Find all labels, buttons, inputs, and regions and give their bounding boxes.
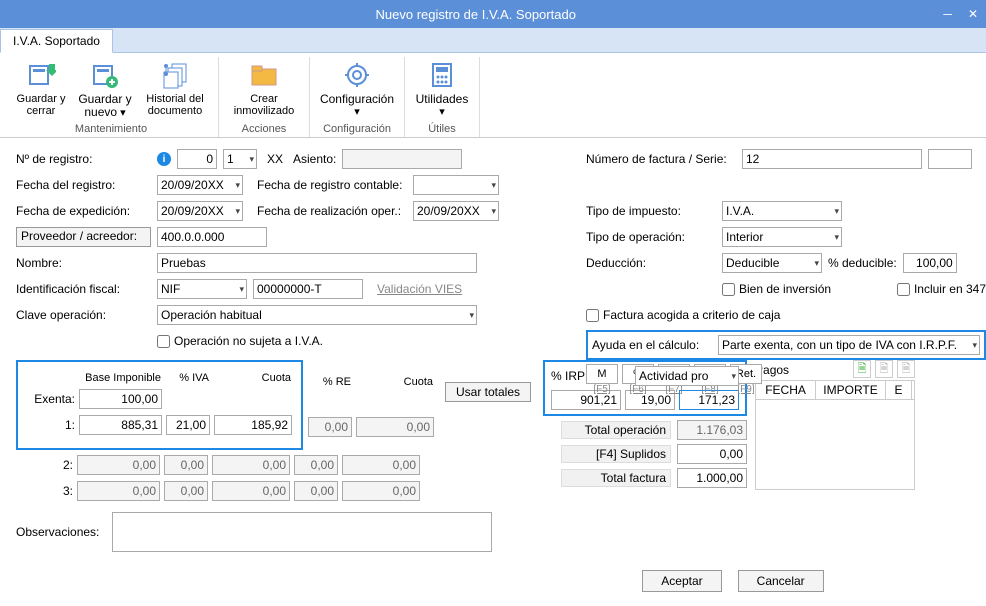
observaciones-textarea[interactable] (112, 512, 492, 552)
xx-label: XX (267, 152, 283, 166)
configuracion-button[interactable]: Configuración▾ (316, 57, 398, 121)
ribbon-group-acciones: Crear inmovilizado Acciones (219, 57, 310, 137)
crear-inmovilizado-button[interactable]: Crear inmovilizado (225, 57, 303, 121)
nombre-input[interactable] (157, 253, 477, 273)
pct-deducible-label: % deducible: (828, 256, 897, 270)
title-bar: Nuevo registro de I.V.A. Soportado ─ ✕ (0, 0, 986, 28)
nombre-label: Nombre: (16, 256, 151, 270)
pagos-grid[interactable]: FECHA IMPORTE E (755, 380, 915, 490)
save-new-icon (89, 59, 121, 91)
fecha-registro-label: Fecha del registro: (16, 178, 151, 192)
id-fiscal-input[interactable] (253, 279, 363, 299)
r1-base-input[interactable] (79, 415, 162, 435)
guardar-cerrar-button[interactable]: Guardar y cerrar (10, 57, 72, 121)
asiento-label: Asiento: (293, 152, 336, 166)
num-factura-label: Número de factura / Serie: (586, 152, 736, 166)
factura-caja-checkbox[interactable]: Factura acogida a criterio de caja (586, 308, 780, 322)
fecha-reg-contable-label: Fecha de registro contable: (257, 178, 407, 192)
serie-input[interactable] (928, 149, 972, 169)
form-body: Nº de registro: i 1 XX Asiento: Fecha de… (0, 138, 986, 602)
num-registro-seq[interactable]: 1 (223, 149, 257, 169)
tab-strip: I.V.A. Soportado (0, 28, 986, 53)
tipo-operacion-select[interactable]: Interior (722, 227, 842, 247)
r1-re-input[interactable] (308, 417, 352, 437)
close-button[interactable]: ✕ (968, 7, 978, 21)
r2-cuota-re-input[interactable] (342, 455, 420, 475)
tipo-operacion-label: Tipo de operación: (586, 230, 716, 244)
op-no-sujeta-checkbox[interactable]: Operación no sujeta a I.V.A. (157, 334, 323, 348)
num-registro-input[interactable] (177, 149, 217, 169)
ribbon-group-mantenimiento: Guardar y cerrar Guardar y nuevo ▾ Histo… (4, 57, 219, 137)
total-suplidos[interactable] (677, 444, 747, 464)
r3-cuota-re-input[interactable] (342, 481, 420, 501)
incluir-347-checkbox[interactable]: Incluir en 347 (897, 282, 986, 296)
fecha-realizacion-input[interactable]: 20/09/20XX (413, 201, 499, 221)
base-grid-highlight: Base Imponible % IVA Cuota Exenta: 1: (16, 360, 303, 450)
validacion-vies-link[interactable]: Validación VIES (377, 282, 462, 296)
proveedor-button[interactable]: Proveedor / acreedor: (16, 227, 151, 247)
ribbon-group-configuracion: Configuración▾ Configuración (310, 57, 405, 137)
folder-icon (248, 59, 280, 91)
r3-re-input[interactable] (294, 481, 338, 501)
fecha-registro-input[interactable]: 20/09/20XX (157, 175, 243, 195)
id-fiscal-tipo-select[interactable]: NIF (157, 279, 247, 299)
ayuda-label: Ayuda en el cálculo: (592, 338, 712, 352)
pct-deducible-input[interactable] (903, 253, 957, 273)
r2-re-input[interactable] (294, 455, 338, 475)
tipo-impuesto-select[interactable]: I.V.A. (722, 201, 842, 221)
clave-op-label: Clave operación: (16, 308, 151, 322)
clave-op-select[interactable]: Operación habitual (157, 305, 477, 325)
exenta-base-input[interactable] (79, 389, 162, 409)
asiento-input (342, 149, 462, 169)
r3-base-input[interactable] (77, 481, 160, 501)
tipo-impuesto-label: Tipo de impuesto: (586, 204, 716, 218)
fecha-realizacion-label: Fecha de realización oper.: (257, 204, 407, 218)
ayuda-select[interactable]: Parte exenta, con un tipo de IVA con I.R… (718, 335, 980, 355)
r1-cuota-input[interactable] (214, 415, 292, 435)
fecha-reg-contable-input[interactable] (413, 175, 499, 195)
deduccion-label: Deducción: (586, 256, 716, 270)
info-icon[interactable]: i (157, 152, 171, 166)
historial-button[interactable]: Historial del documento (138, 57, 212, 121)
id-fiscal-label: Identificación fiscal: (16, 282, 151, 296)
ribbon-group-utiles: Utilidades▾ Útiles (405, 57, 480, 137)
usar-totales-button[interactable]: Usar totales (445, 382, 531, 402)
guardar-nuevo-button[interactable]: Guardar y nuevo ▾ (74, 57, 136, 121)
bien-inversion-checkbox[interactable]: Bien de inversión (722, 282, 831, 296)
cancelar-button[interactable]: Cancelar (738, 570, 824, 592)
ribbon: Guardar y cerrar Guardar y nuevo ▾ Histo… (0, 53, 986, 138)
minimize-button[interactable]: ─ (943, 7, 952, 21)
proveedor-input[interactable] (157, 227, 267, 247)
r1-iva-input[interactable] (166, 415, 210, 435)
fecha-expedicion-label: Fecha de expedición: (16, 204, 151, 218)
num-factura-input[interactable] (742, 149, 922, 169)
r2-iva-input[interactable] (164, 455, 208, 475)
save-close-icon (25, 59, 57, 91)
r1-cuota-re-input[interactable] (356, 417, 434, 437)
rate-m-button[interactable]: M (586, 364, 618, 384)
totals: Total operación [F4] Suplidos Total fact… (543, 420, 747, 488)
history-icon (159, 59, 191, 91)
ayuda-calculo-box: Ayuda en el cálculo: Parte exenta, con u… (586, 330, 986, 360)
total-operacion (677, 420, 747, 440)
deduccion-select[interactable]: Deducible (722, 253, 822, 273)
utilidades-button[interactable]: Utilidades▾ (411, 57, 473, 121)
r2-base-input[interactable] (77, 455, 160, 475)
calculator-icon (426, 59, 458, 91)
total-factura[interactable] (677, 468, 747, 488)
observaciones-label: Observaciones: (16, 525, 106, 539)
fecha-expedicion-input[interactable]: 20/09/20XX (157, 201, 243, 221)
r3-cuota-input[interactable] (212, 481, 290, 501)
r2-cuota-input[interactable] (212, 455, 290, 475)
r3-iva-input[interactable] (164, 481, 208, 501)
gear-icon (341, 59, 373, 91)
window-title: Nuevo registro de I.V.A. Soportado (8, 7, 943, 22)
aceptar-button[interactable]: Aceptar (642, 570, 721, 592)
irpf-actividad-select[interactable]: Actividad pro (635, 366, 739, 386)
tab-iva-soportado[interactable]: I.V.A. Soportado (0, 29, 113, 53)
num-registro-label: Nº de registro: (16, 152, 151, 166)
